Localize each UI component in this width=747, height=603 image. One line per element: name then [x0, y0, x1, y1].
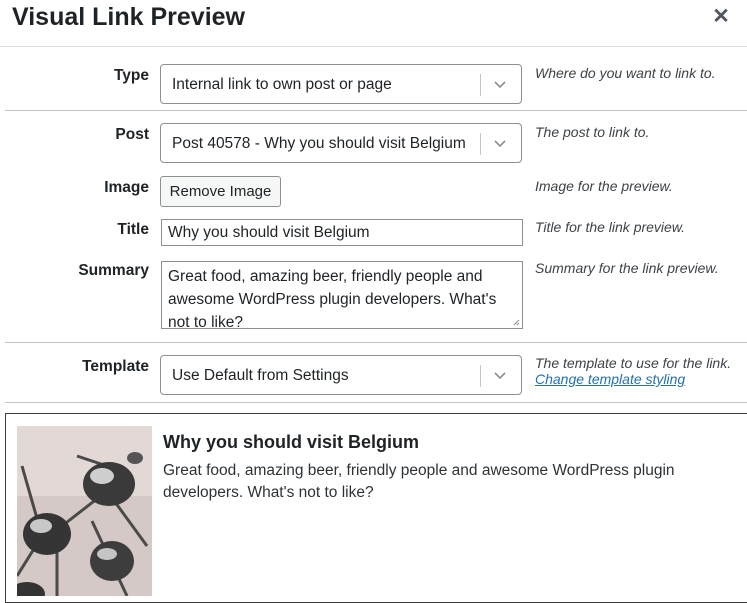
dialog-header: Visual Link Preview ✕	[0, 0, 747, 47]
type-label: Type	[113, 67, 149, 84]
dialog-title: Visual Link Preview	[12, 3, 245, 31]
title-input-value: Why you should visit Belgium	[168, 224, 370, 241]
post-help: The post to link to.	[535, 124, 650, 140]
select-separator	[480, 133, 481, 155]
resize-grip-icon[interactable]	[512, 318, 520, 326]
template-select-value: Use Default from Settings	[172, 367, 349, 384]
preview-summary: Great food, amazing beer, friendly peopl…	[163, 462, 675, 501]
template-help-text: The template to use for the link.	[535, 355, 732, 371]
template-help: The template to use for the link. Change…	[535, 355, 731, 387]
title-label: Title	[117, 221, 149, 238]
image-label: Image	[104, 179, 149, 196]
type-select[interactable]: Internal link to own post or page	[160, 64, 522, 104]
select-separator	[480, 74, 481, 96]
summary-textarea-value: Great food, amazing beer, friendly peopl…	[168, 268, 497, 331]
post-select[interactable]: Post 40578 - Why you should visit Belgiu…	[160, 123, 522, 163]
summary-help: Summary for the link preview.	[535, 260, 719, 276]
select-separator	[480, 365, 481, 387]
summary-label: Summary	[78, 262, 149, 279]
close-icon[interactable]: ✕	[710, 6, 732, 28]
remove-image-button[interactable]: Remove Image	[160, 176, 281, 207]
image-help: Image for the preview.	[535, 178, 673, 194]
chevron-down-icon	[494, 372, 506, 380]
preview-title[interactable]: Why you should visit Belgium	[163, 432, 419, 453]
divider	[5, 342, 747, 343]
type-help: Where do you want to link to.	[535, 65, 716, 81]
template-label: Template	[82, 358, 149, 375]
template-select[interactable]: Use Default from Settings	[160, 355, 522, 395]
chevron-down-icon	[494, 81, 506, 89]
divider	[5, 402, 747, 403]
post-label: Post	[115, 126, 149, 143]
preview-image	[17, 426, 152, 596]
type-select-value: Internal link to own post or page	[172, 76, 392, 93]
title-help: Title for the link preview.	[535, 219, 686, 235]
divider	[5, 110, 747, 111]
title-input[interactable]: Why you should visit Belgium	[161, 219, 523, 246]
chevron-down-icon	[494, 140, 506, 148]
change-template-styling-link[interactable]: Change template styling	[535, 371, 685, 387]
link-preview: Why you should visit Belgium Great food,…	[5, 413, 747, 603]
summary-textarea[interactable]: Great food, amazing beer, friendly peopl…	[161, 261, 523, 331]
post-select-value: Post 40578 - Why you should visit Belgiu…	[172, 135, 466, 152]
